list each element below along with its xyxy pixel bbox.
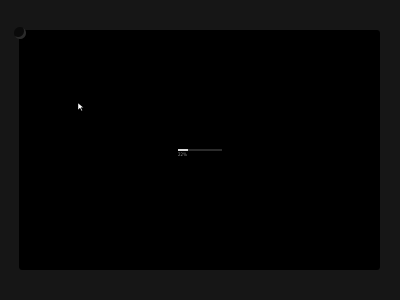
corner-badge-icon bbox=[14, 27, 26, 39]
progress-label: 22% bbox=[178, 152, 187, 157]
mouse-cursor-icon bbox=[77, 96, 85, 112]
progress-bar-track bbox=[178, 149, 222, 151]
progress-bar-fill bbox=[178, 149, 188, 151]
loading-indicator: 22% bbox=[178, 149, 224, 157]
